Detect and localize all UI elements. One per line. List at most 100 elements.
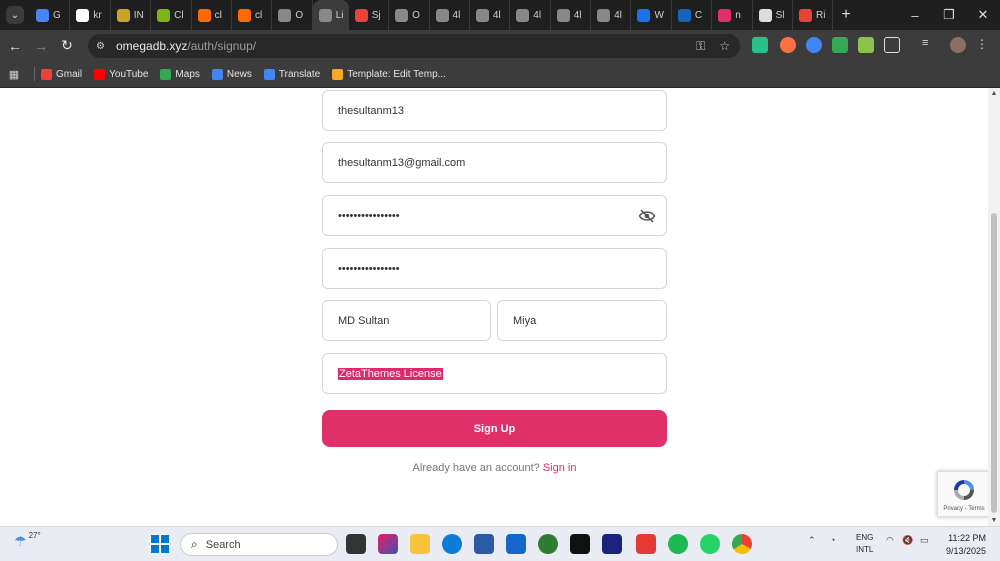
media-control-icon[interactable]: ≡ xyxy=(922,37,938,53)
browser-tab[interactable]: cl xyxy=(192,0,232,30)
browser-tab[interactable]: Ri xyxy=(793,0,834,30)
video-app-icon[interactable] xyxy=(602,534,622,554)
tab-label: cl xyxy=(214,9,222,21)
page-scrollbar[interactable]: ▲ ▼ xyxy=(988,88,1000,526)
site-info-icon[interactable]: ⚙ xyxy=(96,41,112,52)
site-icon xyxy=(718,8,732,22)
last-name-field[interactable]: Miya xyxy=(497,300,667,341)
confirm-password-value: •••••••••••••••• xyxy=(338,262,400,275)
puzzle-icon[interactable] xyxy=(884,37,900,53)
profile-avatar[interactable] xyxy=(950,37,966,53)
copilot-icon[interactable] xyxy=(378,534,398,554)
weather-widget[interactable]: ☂ 27° xyxy=(14,531,41,550)
first-name-field[interactable]: MD Sultan xyxy=(322,300,491,341)
browser-tab[interactable]: 4l xyxy=(591,0,632,30)
email-field[interactable]: thesultanm13@gmail.com xyxy=(322,142,667,183)
tray-app-icon[interactable]: ◔ xyxy=(830,535,835,545)
extension-icon[interactable] xyxy=(806,37,822,53)
forward-button[interactable]: → xyxy=(28,38,54,54)
browser-tab[interactable]: Sj xyxy=(349,0,390,30)
signin-prompt: Already have an account? Sign in xyxy=(322,462,667,474)
browser-tab[interactable]: 4l xyxy=(510,0,551,30)
tab-search-button[interactable]: ⌄ xyxy=(6,6,24,24)
taskbar-search[interactable]: ⌕ Search xyxy=(180,533,338,556)
apps-grid-icon[interactable]: ▦ xyxy=(0,68,28,81)
browser-tab[interactable]: cl xyxy=(232,0,273,30)
tray-chevron-up-icon[interactable]: ⌃ xyxy=(808,535,816,546)
restore-button[interactable]: ❐ xyxy=(932,0,966,30)
edge-icon[interactable] xyxy=(442,534,462,554)
username-field[interactable]: thesultanm13 xyxy=(322,90,667,131)
minimize-button[interactable]: – xyxy=(898,0,932,30)
shield-app-icon[interactable] xyxy=(636,534,656,554)
scrollbar-thumb[interactable] xyxy=(991,213,997,513)
gmail-icon xyxy=(799,8,813,22)
shield-extension-icon[interactable] xyxy=(832,37,848,53)
browser-tab[interactable]: n xyxy=(712,0,753,30)
browser-tab[interactable]: 4l xyxy=(551,0,592,30)
bookmark-item[interactable]: YouTube xyxy=(94,68,148,80)
browser-tab[interactable]: 4l xyxy=(430,0,470,30)
back-button[interactable]: ← xyxy=(2,38,28,54)
file-explorer-icon[interactable] xyxy=(410,534,430,554)
address-bar[interactable]: ⚙ omegadb.xyz/auth/signup/ ⚿ ☆ xyxy=(88,34,740,58)
browser-tab[interactable]: kr xyxy=(70,0,111,30)
volume-muted-icon[interactable]: 🔇 xyxy=(902,535,913,546)
new-tab-button[interactable]: + xyxy=(841,6,850,24)
browser-tab[interactable]: Li✕ xyxy=(312,0,349,30)
bookmark-item[interactable]: Template: Edit Temp... xyxy=(332,68,446,80)
bookmark-label: Template: Edit Temp... xyxy=(347,68,446,80)
browser-tab[interactable]: C xyxy=(672,0,713,30)
password-key-icon[interactable]: ⚿ xyxy=(696,39,705,54)
first-name-value: MD Sultan xyxy=(338,314,390,327)
recaptcha-badge[interactable]: Privacy - Terms xyxy=(937,471,989,517)
bookmark-item[interactable]: Gmail xyxy=(41,68,83,80)
recaptcha-links[interactable]: Privacy - Terms xyxy=(938,506,990,512)
search-placeholder: Search xyxy=(205,538,241,551)
bookmark-item[interactable]: Maps xyxy=(160,68,200,80)
bookmark-item[interactable]: Translate xyxy=(263,68,321,80)
bookmark-star-icon[interactable]: ☆ xyxy=(719,39,730,54)
extension-icon[interactable] xyxy=(858,37,874,53)
browser-tab[interactable]: IN xyxy=(111,0,152,30)
outlook-icon[interactable] xyxy=(506,534,526,554)
sign-up-button[interactable]: Sign Up xyxy=(322,410,667,447)
scroll-down-arrow-icon[interactable]: ▼ xyxy=(988,517,1000,524)
battery-icon[interactable]: ▭ xyxy=(920,535,929,546)
wifi-icon[interactable]: ◠ xyxy=(886,535,894,546)
password-field[interactable]: •••••••••••••••• xyxy=(322,195,667,236)
extension-icon[interactable] xyxy=(780,37,796,53)
extension-icon[interactable] xyxy=(752,37,768,53)
audio-app-icon[interactable] xyxy=(570,534,590,554)
bookmark-label: Translate xyxy=(278,68,321,80)
scroll-up-arrow-icon[interactable]: ▲ xyxy=(988,90,1000,97)
bookmark-label: Gmail xyxy=(56,68,83,80)
clock[interactable]: 11:22 PM 9/13/2025 xyxy=(946,532,986,558)
browser-tab[interactable]: O xyxy=(389,0,430,30)
spotify-icon[interactable] xyxy=(668,534,688,554)
input-language[interactable]: ENG INTL xyxy=(856,532,873,556)
browser-toolbar: ← → ↻ ⚙ omegadb.xyz/auth/signup/ ⚿ ☆ ≡ ⋮ xyxy=(0,30,1000,61)
windows-start-icon[interactable] xyxy=(150,534,170,554)
task-view-icon[interactable] xyxy=(346,534,366,554)
eye-off-icon[interactable] xyxy=(638,208,656,224)
app-icon[interactable] xyxy=(538,534,558,554)
whatsapp-icon[interactable] xyxy=(700,534,720,554)
confirm-password-field[interactable]: •••••••••••••••• xyxy=(322,248,667,289)
menu-icon[interactable]: ⋮ xyxy=(976,37,992,53)
close-window-button[interactable]: ✕ xyxy=(966,0,1000,30)
store-icon[interactable] xyxy=(474,534,494,554)
chrome-icon[interactable] xyxy=(732,534,752,554)
license-field[interactable]: ZetaThemes License xyxy=(322,353,667,394)
globe-icon xyxy=(516,8,530,22)
browser-tab[interactable]: W xyxy=(631,0,672,30)
reload-button[interactable]: ↻ xyxy=(54,37,80,54)
browser-tab[interactable]: Sl xyxy=(753,0,794,30)
browser-tab[interactable]: G xyxy=(30,0,71,30)
browser-tab[interactable]: Cl xyxy=(151,0,192,30)
bookmark-item[interactable]: News xyxy=(211,68,252,80)
sign-in-link[interactable]: Sign in xyxy=(543,462,577,474)
tab-strip: ⌄ GkrINClclclOLi✕SjO4l4l4l4l4lWCnSlRi + … xyxy=(0,0,1000,30)
browser-tab[interactable]: 4l xyxy=(470,0,511,30)
browser-tab[interactable]: O xyxy=(272,0,313,30)
